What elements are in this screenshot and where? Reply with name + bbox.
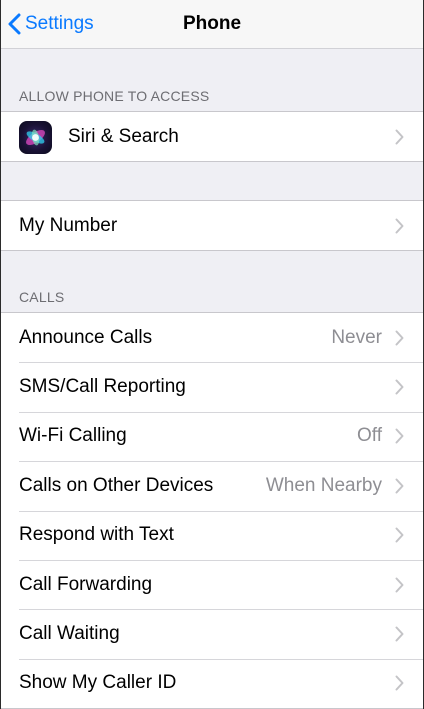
wifi-calling-value: Off — [357, 425, 382, 447]
wifi-calling-row[interactable]: Wi-Fi Calling Off — [0, 411, 424, 461]
chevron-right-icon — [395, 428, 404, 444]
wifi-calling-label: Wi-Fi Calling — [19, 425, 127, 447]
siri-icon — [19, 121, 52, 154]
allow-access-group: Siri & Search — [0, 111, 424, 163]
chevron-right-icon — [395, 478, 404, 494]
respond-with-text-row[interactable]: Respond with Text — [0, 510, 424, 560]
siri-search-label: Siri & Search — [68, 125, 179, 147]
chevron-right-icon — [395, 379, 404, 395]
calls-other-devices-value: When Nearby — [265, 474, 382, 496]
call-waiting-row[interactable]: Call Waiting — [0, 609, 424, 658]
chevron-right-icon — [395, 527, 404, 543]
calls-other-devices-row[interactable]: Calls on Other Devices When Nearby — [0, 461, 424, 510]
section-header-calls: CALLS — [19, 289, 65, 305]
announce-calls-label: Announce Calls — [19, 326, 153, 348]
chevron-right-icon — [395, 129, 404, 145]
respond-with-text-label: Respond with Text — [19, 524, 174, 546]
call-forwarding-label: Call Forwarding — [19, 573, 153, 595]
calls-group: Announce Calls Never SMS/Call Reporting … — [0, 312, 424, 709]
siri-search-row[interactable]: Siri & Search — [0, 112, 424, 161]
page-title: Phone — [182, 13, 242, 34]
calls-other-devices-label: Calls on Other Devices — [19, 474, 214, 496]
sms-call-reporting-row[interactable]: SMS/Call Reporting — [0, 362, 424, 411]
chevron-right-icon — [395, 218, 404, 234]
call-waiting-label: Call Waiting — [19, 623, 120, 645]
show-caller-id-row[interactable]: Show My Caller ID — [0, 658, 424, 708]
chevron-right-icon — [395, 675, 404, 691]
announce-calls-value: Never — [331, 326, 382, 348]
my-number-label: My Number — [19, 214, 118, 236]
chevron-right-icon — [395, 577, 404, 593]
chevron-right-icon — [395, 330, 404, 346]
my-number-row[interactable]: My Number — [0, 201, 424, 250]
navigation-bar: Settings Phone — [0, 0, 424, 49]
call-forwarding-row[interactable]: Call Forwarding — [0, 559, 424, 609]
my-number-group: My Number — [0, 200, 424, 252]
announce-calls-row[interactable]: Announce Calls Never — [0, 313, 424, 362]
sms-call-reporting-label: SMS/Call Reporting — [19, 376, 186, 398]
section-header-allow-access: ALLOW PHONE TO ACCESS — [19, 88, 210, 104]
show-caller-id-label: Show My Caller ID — [19, 672, 177, 694]
chevron-right-icon — [395, 626, 404, 642]
